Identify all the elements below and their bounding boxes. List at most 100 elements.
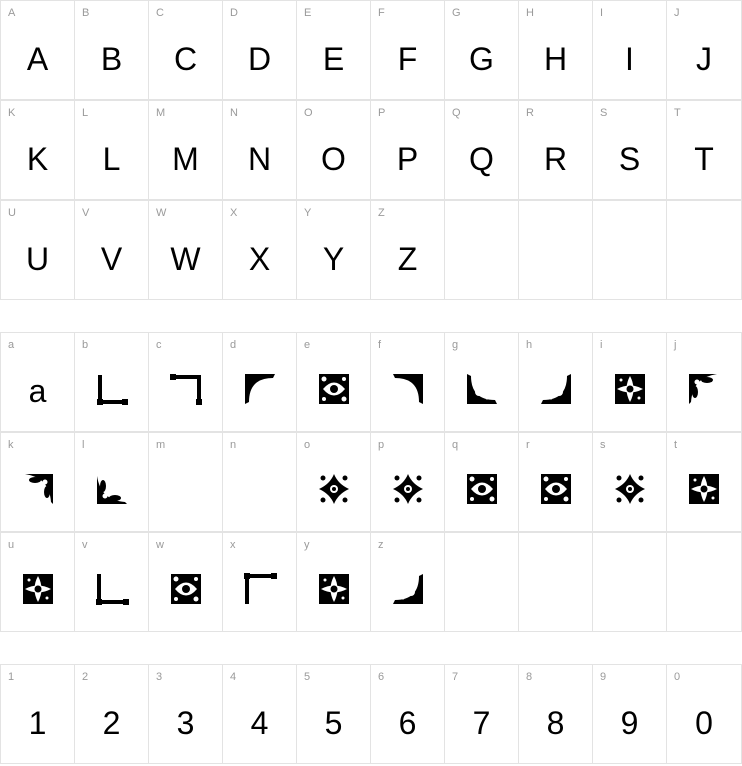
glyph-cell-s: s — [593, 432, 667, 532]
bracket-bottom-left-icon — [75, 372, 148, 406]
empty-cell — [593, 200, 667, 300]
floral-cross-icon — [297, 472, 370, 506]
glyph-key-label: a — [8, 339, 15, 351]
glyph-cell-p: p — [371, 432, 445, 532]
floral-corner-top-left-icon — [223, 372, 296, 406]
bracket-top-left-icon — [223, 572, 296, 606]
glyph-preview: 8 — [546, 705, 565, 741]
glyph-key-label: W — [156, 207, 167, 219]
glyph-preview: 1 — [28, 705, 47, 741]
glyph-preview: V — [100, 241, 123, 277]
glyph-cell-t: t — [667, 432, 742, 532]
glyph-key-label: 7 — [452, 671, 459, 683]
glyph-cell-9: 99 — [593, 664, 667, 764]
glyph-cell-T: TT — [667, 100, 742, 200]
glyph-key-label: z — [378, 539, 384, 551]
floral-cross-icon — [593, 472, 666, 506]
glyph-cell-k: k — [0, 432, 75, 532]
glyph-cell-j: j — [667, 332, 742, 432]
glyph-preview: R — [543, 141, 568, 177]
glyph-key-label: e — [304, 339, 311, 351]
glyph-cell-c: c — [149, 332, 223, 432]
bracket-top-right-icon — [149, 372, 222, 406]
glyph-key-label: 6 — [378, 671, 385, 683]
glyph-cell-Q: QQ — [445, 100, 519, 200]
glyph-cell-x: x — [223, 532, 297, 632]
glyph-preview: N — [247, 141, 272, 177]
glyph-preview: a — [28, 373, 47, 409]
empty-cell — [519, 532, 593, 632]
glyph-key-label: X — [230, 207, 238, 219]
glyph-key-label: Q — [452, 107, 461, 119]
glyph-cell-g: g — [445, 332, 519, 432]
glyph-key-label: l — [82, 439, 85, 451]
glyph-cell-o: o — [297, 432, 371, 532]
glyph-key-label: r — [526, 439, 530, 451]
glyph-key-label: 9 — [600, 671, 607, 683]
glyph-key-label: 4 — [230, 671, 237, 683]
glyph-cell-8: 88 — [519, 664, 593, 764]
glyph-cell-V: VV — [75, 200, 149, 300]
glyph-preview: X — [248, 241, 271, 277]
glyph-preview: 2 — [102, 705, 121, 741]
glyph-preview: 6 — [398, 705, 417, 741]
empty-cell — [667, 532, 742, 632]
glyph-cell-u: u — [0, 532, 75, 632]
floral-tile-dense-icon — [667, 472, 741, 506]
glyph-cell-J: JJ — [667, 0, 742, 100]
floral-tile-dense-icon — [593, 372, 666, 406]
glyph-cell-X: XX — [223, 200, 297, 300]
glyph-cell-F: FF — [371, 0, 445, 100]
glyph-key-label: O — [304, 107, 313, 119]
glyph-key-label: q — [452, 439, 459, 451]
glyph-cell-0: 00 — [667, 664, 742, 764]
glyph-key-label: H — [526, 7, 534, 19]
glyph-cell-S: SS — [593, 100, 667, 200]
floral-tile-icon — [445, 472, 518, 506]
glyph-cell-3: 33 — [149, 664, 223, 764]
glyph-key-label: B — [82, 7, 90, 19]
glyph-preview: Q — [469, 141, 494, 177]
glyph-key-label: 8 — [526, 671, 533, 683]
glyph-cell-m: m — [149, 432, 223, 532]
glyph-cell-G: GG — [445, 0, 519, 100]
glyph-preview: D — [247, 41, 272, 77]
glyph-preview: B — [100, 41, 123, 77]
glyph-preview: Z — [397, 241, 418, 277]
glyph-cell-N: NN — [223, 100, 297, 200]
glyph-key-label: I — [600, 7, 604, 19]
glyph-preview: M — [172, 141, 199, 177]
floral-tile-icon — [519, 472, 592, 506]
glyph-cell-C: CC — [149, 0, 223, 100]
glyph-cell-y: y — [297, 532, 371, 632]
glyph-cell-7: 77 — [445, 664, 519, 764]
glyph-preview: T — [694, 141, 714, 177]
glyph-preview: L — [102, 141, 121, 177]
glyph-key-label: c — [156, 339, 162, 351]
glyph-cell-B: BB — [75, 0, 149, 100]
glyph-cell-i: i — [593, 332, 667, 432]
glyph-key-label: d — [230, 339, 237, 351]
bracket-left-bottom-icon — [75, 572, 148, 606]
glyph-key-label: n — [230, 439, 237, 451]
glyph-cell-I: II — [593, 0, 667, 100]
glyph-cell-z: z — [371, 532, 445, 632]
glyph-preview: F — [397, 41, 418, 77]
glyph-key-label: A — [8, 7, 16, 19]
glyph-cell-2: 22 — [75, 664, 149, 764]
glyph-cell-w: w — [149, 532, 223, 632]
empty-cell — [445, 200, 519, 300]
glyph-cell-L: LL — [75, 100, 149, 200]
glyph-preview: 5 — [324, 705, 343, 741]
glyph-cell-M: MM — [149, 100, 223, 200]
glyph-cell-h: h — [519, 332, 593, 432]
glyph-cell-R: RR — [519, 100, 593, 200]
glyph-key-label: F — [378, 7, 385, 19]
glyph-key-label: x — [230, 539, 236, 551]
glyph-cell-r: r — [519, 432, 593, 532]
glyph-preview: J — [696, 41, 712, 77]
glyph-cell-4: 44 — [223, 664, 297, 764]
glyph-preview: A — [26, 41, 49, 77]
glyph-key-label: b — [82, 339, 89, 351]
glyph-preview: I — [625, 41, 634, 77]
